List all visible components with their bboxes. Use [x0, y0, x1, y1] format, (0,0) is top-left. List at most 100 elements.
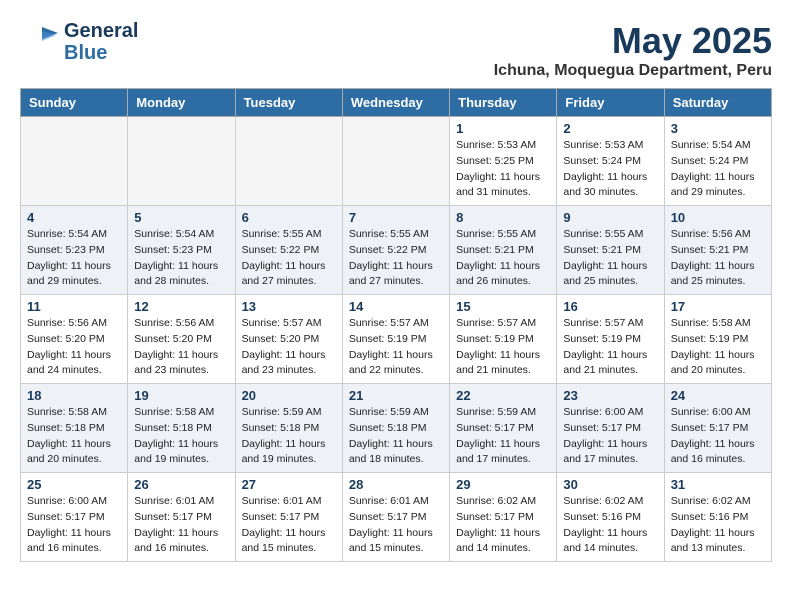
- calendar-cell: 28 Sunrise: 6:01 AM Sunset: 5:17 PM Dayli…: [342, 473, 449, 562]
- day-info: Sunrise: 6:02 AM Sunset: 5:17 PM Dayligh…: [456, 494, 550, 557]
- day-info: Sunrise: 5:55 AM Sunset: 5:22 PM Dayligh…: [242, 227, 336, 290]
- day-info: Sunrise: 5:59 AM Sunset: 5:17 PM Dayligh…: [456, 405, 550, 468]
- day-number: 16: [563, 299, 657, 314]
- calendar-cell: [342, 117, 449, 206]
- calendar-cell: 21Sunrise: 5:59 AM Sunset: 5:18 PM Dayli…: [342, 384, 449, 473]
- calendar-cell: 17 Sunrise: 5:58 AM Sunset: 5:19 PM Dayli…: [664, 295, 771, 384]
- calendar-cell: [235, 117, 342, 206]
- calendar-header-row: SundayMondayTuesdayWednesdayThursdayFrid…: [21, 89, 772, 117]
- calendar-cell: 9 Sunrise: 5:55 AM Sunset: 5:21 PM Daylig…: [557, 206, 664, 295]
- calendar-cell: 29 Sunrise: 6:02 AM Sunset: 5:17 PM Dayli…: [450, 473, 557, 562]
- day-info: Sunrise: 5:56 AM Sunset: 5:21 PM Dayligh…: [671, 227, 765, 290]
- day-number: 31: [671, 477, 765, 492]
- calendar-week-row: 4 Sunrise: 5:54 AM Sunset: 5:23 PM Daylig…: [21, 206, 772, 295]
- day-info: Sunrise: 5:56 AM Sunset: 5:20 PM Dayligh…: [134, 316, 228, 379]
- day-number: 5: [134, 210, 228, 225]
- day-info: Sunrise: 5:54 AM Sunset: 5:23 PM Dayligh…: [27, 227, 121, 290]
- day-info: Sunrise: 5:58 AM Sunset: 5:19 PM Dayligh…: [671, 316, 765, 379]
- calendar-cell: 5 Sunrise: 5:54 AM Sunset: 5:23 PM Daylig…: [128, 206, 235, 295]
- calendar-cell: 12 Sunrise: 5:56 AM Sunset: 5:20 PM Dayli…: [128, 295, 235, 384]
- calendar-cell: 2Sunrise: 5:53 AM Sunset: 5:24 PM Daylig…: [557, 117, 664, 206]
- header: General Blue May 2025 Ichuna, Moquegua D…: [20, 20, 772, 80]
- day-number: 4: [27, 210, 121, 225]
- day-info: Sunrise: 5:57 AM Sunset: 5:19 PM Dayligh…: [456, 316, 550, 379]
- calendar-cell: 16 Sunrise: 5:57 AM Sunset: 5:19 PM Dayli…: [557, 295, 664, 384]
- day-info: Sunrise: 5:55 AM Sunset: 5:21 PM Dayligh…: [563, 227, 657, 290]
- day-number: 22: [456, 388, 550, 403]
- day-number: 17: [671, 299, 765, 314]
- calendar-cell: 24Sunrise: 6:00 AM Sunset: 5:17 PM Dayli…: [664, 384, 771, 473]
- calendar-cell: 19 Sunrise: 5:58 AM Sunset: 5:18 PM Dayli…: [128, 384, 235, 473]
- day-info: Sunrise: 5:54 AM Sunset: 5:24 PM Dayligh…: [671, 138, 765, 201]
- calendar-cell: 14 Sunrise: 5:57 AM Sunset: 5:19 PM Dayli…: [342, 295, 449, 384]
- day-info: Sunrise: 5:55 AM Sunset: 5:21 PM Dayligh…: [456, 227, 550, 290]
- calendar-cell: [21, 117, 128, 206]
- day-info: Sunrise: 6:02 AM Sunset: 5:16 PM Dayligh…: [563, 494, 657, 557]
- month-title: May 2025: [494, 20, 772, 62]
- column-header-wednesday: Wednesday: [342, 89, 449, 117]
- day-number: 8: [456, 210, 550, 225]
- day-number: 15: [456, 299, 550, 314]
- calendar-week-row: 11 Sunrise: 5:56 AM Sunset: 5:20 PM Dayli…: [21, 295, 772, 384]
- day-info: Sunrise: 6:01 AM Sunset: 5:17 PM Dayligh…: [349, 494, 443, 557]
- day-number: 10: [671, 210, 765, 225]
- day-number: 9: [563, 210, 657, 225]
- day-info: Sunrise: 6:02 AM Sunset: 5:16 PM Dayligh…: [671, 494, 765, 557]
- calendar-cell: 8 Sunrise: 5:55 AM Sunset: 5:21 PM Daylig…: [450, 206, 557, 295]
- calendar: SundayMondayTuesdayWednesdayThursdayFrid…: [20, 88, 772, 562]
- day-info: Sunrise: 6:00 AM Sunset: 5:17 PM Dayligh…: [27, 494, 121, 557]
- column-header-friday: Friday: [557, 89, 664, 117]
- day-number: 20: [242, 388, 336, 403]
- calendar-cell: 6 Sunrise: 5:55 AM Sunset: 5:22 PM Daylig…: [235, 206, 342, 295]
- day-number: 25: [27, 477, 121, 492]
- day-number: 7: [349, 210, 443, 225]
- day-number: 23: [563, 388, 657, 403]
- calendar-cell: 22 Sunrise: 5:59 AM Sunset: 5:17 PM Dayli…: [450, 384, 557, 473]
- day-info: Sunrise: 5:57 AM Sunset: 5:19 PM Dayligh…: [349, 316, 443, 379]
- calendar-cell: 1Sunrise: 5:53 AM Sunset: 5:25 PM Daylig…: [450, 117, 557, 206]
- day-number: 24: [671, 388, 765, 403]
- calendar-cell: 30 Sunrise: 6:02 AM Sunset: 5:16 PM Dayli…: [557, 473, 664, 562]
- calendar-week-row: 18Sunrise: 5:58 AM Sunset: 5:18 PM Dayli…: [21, 384, 772, 473]
- logo-icon: [20, 23, 60, 61]
- calendar-cell: 13 Sunrise: 5:57 AM Sunset: 5:20 PM Dayli…: [235, 295, 342, 384]
- calendar-cell: 26Sunrise: 6:01 AM Sunset: 5:17 PM Dayli…: [128, 473, 235, 562]
- day-number: 29: [456, 477, 550, 492]
- day-number: 6: [242, 210, 336, 225]
- calendar-cell: 10 Sunrise: 5:56 AM Sunset: 5:21 PM Dayli…: [664, 206, 771, 295]
- calendar-cell: 7Sunrise: 5:55 AM Sunset: 5:22 PM Daylig…: [342, 206, 449, 295]
- day-number: 12: [134, 299, 228, 314]
- calendar-cell: 3 Sunrise: 5:54 AM Sunset: 5:24 PM Daylig…: [664, 117, 771, 206]
- calendar-week-row: 1Sunrise: 5:53 AM Sunset: 5:25 PM Daylig…: [21, 117, 772, 206]
- day-number: 11: [27, 299, 121, 314]
- day-info: Sunrise: 5:58 AM Sunset: 5:18 PM Dayligh…: [27, 405, 121, 468]
- calendar-cell: 27Sunrise: 6:01 AM Sunset: 5:17 PM Dayli…: [235, 473, 342, 562]
- column-header-thursday: Thursday: [450, 89, 557, 117]
- day-info: Sunrise: 6:01 AM Sunset: 5:17 PM Dayligh…: [134, 494, 228, 557]
- day-number: 13: [242, 299, 336, 314]
- day-info: Sunrise: 5:59 AM Sunset: 5:18 PM Dayligh…: [349, 405, 443, 468]
- column-header-saturday: Saturday: [664, 89, 771, 117]
- calendar-cell: [128, 117, 235, 206]
- calendar-cell: 4 Sunrise: 5:54 AM Sunset: 5:23 PM Daylig…: [21, 206, 128, 295]
- day-number: 2: [563, 121, 657, 136]
- day-number: 30: [563, 477, 657, 492]
- day-info: Sunrise: 5:58 AM Sunset: 5:18 PM Dayligh…: [134, 405, 228, 468]
- calendar-cell: 25 Sunrise: 6:00 AM Sunset: 5:17 PM Dayli…: [21, 473, 128, 562]
- day-number: 27: [242, 477, 336, 492]
- day-info: Sunrise: 5:57 AM Sunset: 5:19 PM Dayligh…: [563, 316, 657, 379]
- day-number: 14: [349, 299, 443, 314]
- day-number: 3: [671, 121, 765, 136]
- day-info: Sunrise: 6:00 AM Sunset: 5:17 PM Dayligh…: [563, 405, 657, 468]
- day-number: 1: [456, 121, 550, 136]
- day-info: Sunrise: 5:54 AM Sunset: 5:23 PM Dayligh…: [134, 227, 228, 290]
- day-info: Sunrise: 5:57 AM Sunset: 5:20 PM Dayligh…: [242, 316, 336, 379]
- calendar-cell: 23 Sunrise: 6:00 AM Sunset: 5:17 PM Dayli…: [557, 384, 664, 473]
- day-number: 19: [134, 388, 228, 403]
- day-number: 28: [349, 477, 443, 492]
- location-title: Ichuna, Moquegua Department, Peru: [494, 62, 772, 80]
- logo-general: General: [64, 20, 138, 42]
- title-area: May 2025 Ichuna, Moquegua Department, Pe…: [494, 20, 772, 80]
- calendar-cell: 31 Sunrise: 6:02 AM Sunset: 5:16 PM Dayli…: [664, 473, 771, 562]
- column-header-tuesday: Tuesday: [235, 89, 342, 117]
